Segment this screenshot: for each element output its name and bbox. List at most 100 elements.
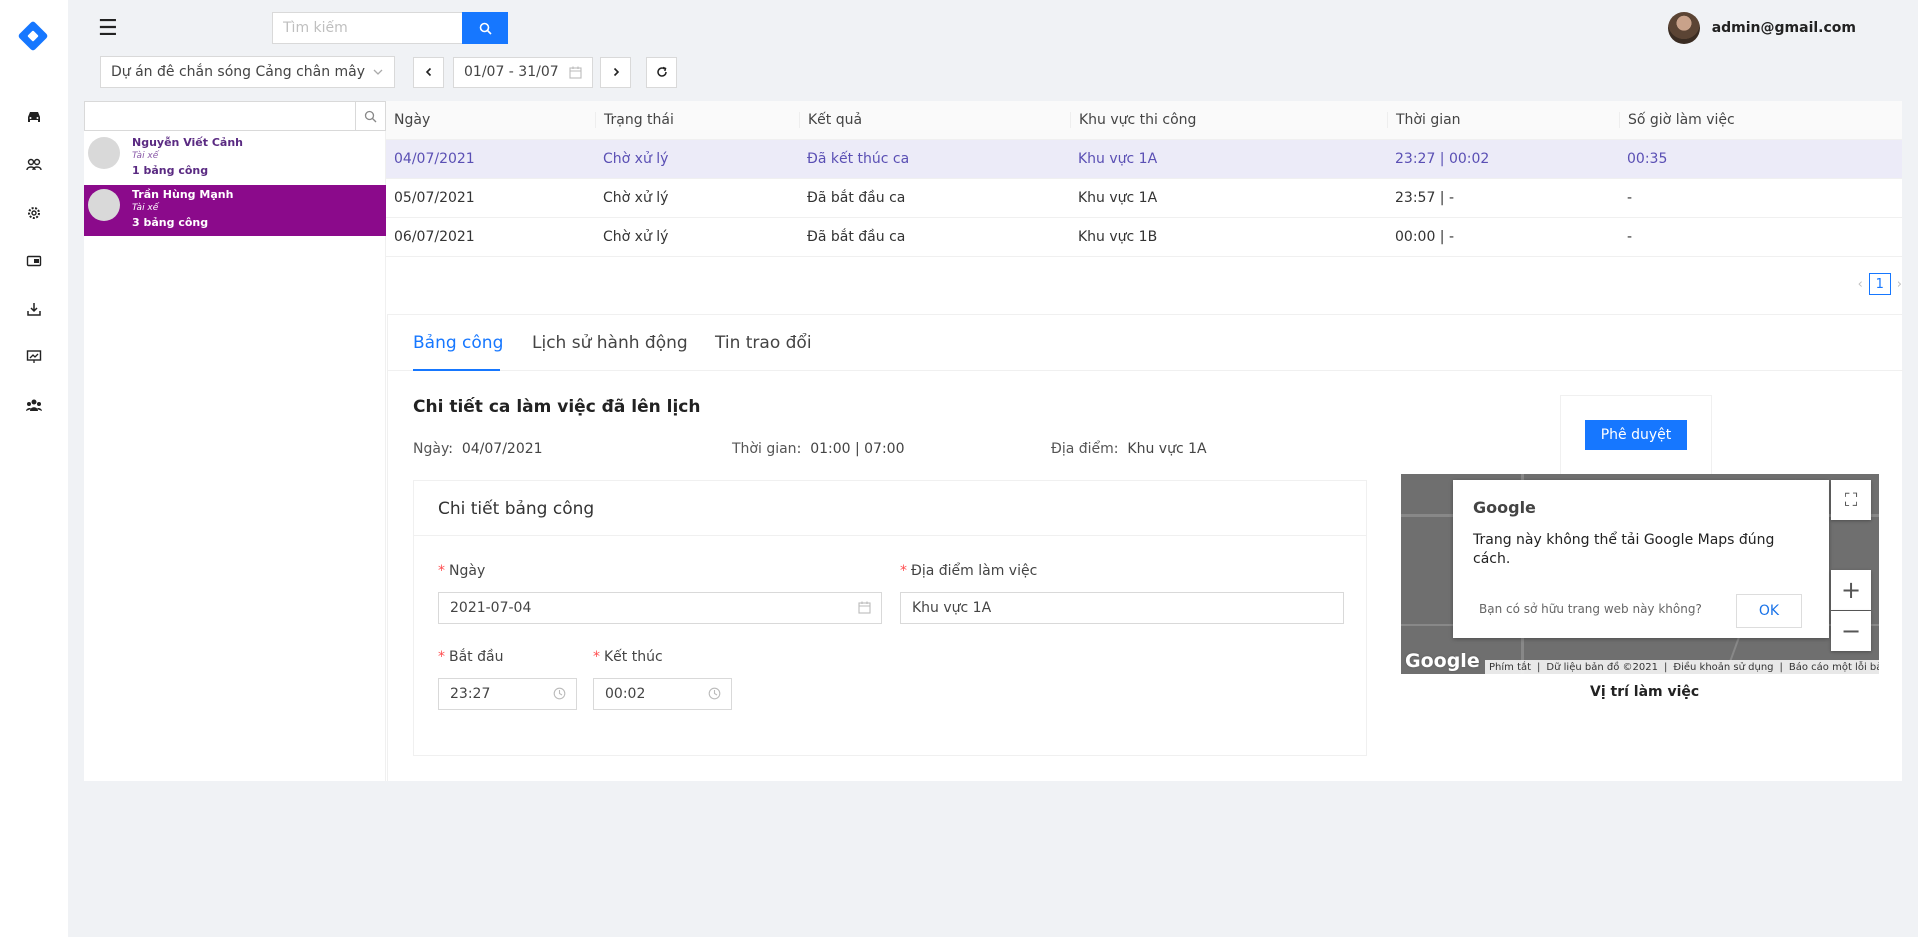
active-tab-indicator [413,369,500,371]
map-terms-link[interactable]: Điều khoản sử dụng [1673,662,1773,673]
column-header[interactable]: Kết quả [799,112,1070,128]
cell-hours: 00:35 [1627,151,1668,167]
employee-search-input[interactable] [85,102,355,130]
cell-status: Chờ xử lý [603,151,669,167]
start-time-value: 23:27 [450,686,491,702]
tab-timesheet[interactable]: Bảng công [413,333,503,353]
column-header[interactable]: Thời gian [1387,112,1619,128]
cell-result: Đã bắt đầu ca [807,190,906,206]
search-button[interactable] [462,12,508,44]
column-header[interactable]: Trạng thái [595,112,799,128]
fullscreen-icon[interactable]: ⛶ [1831,480,1871,520]
detail-tabs: Bảng công Lịch sử hành động Tin trao đổi [388,315,1903,371]
map-shortcuts-link[interactable]: Phím tắt [1489,662,1531,673]
calendar-icon [858,601,871,614]
next-page-icon[interactable]: › [1897,277,1902,292]
diamond-logo-icon[interactable] [17,20,49,52]
employee-role: Tài xế [132,203,159,213]
map-caption: Vị trí làm việc [1590,684,1700,700]
google-watermark: Google [1405,650,1480,672]
location-field-label: * Địa điểm làm việc [900,563,1038,579]
team-icon[interactable] [22,393,46,417]
scheduled-time-label: Thời gian [732,441,797,457]
approve-box: Phê duyệt [1560,395,1712,475]
work-location-map[interactable]: Google Trang này không thể tải Google Ma… [1401,474,1879,674]
search-input[interactable] [272,12,462,44]
timesheet-detail-card: Chi tiết bảng công * Ngày 2021-07-04 * Địa… [413,480,1367,756]
date-field-label: * Ngày [438,563,486,579]
end-time-field[interactable]: 00:02 [593,678,732,710]
table-row-selected[interactable]: 04/07/2021 Chờ xử lý Đã kết thúc ca Khu … [386,140,1902,179]
search-icon [479,22,492,35]
main-panel: Nguyễn Viết Cảnh Tài xế 1 bảng công Trần… [84,101,1903,781]
refresh-button[interactable] [646,56,677,88]
project-select-value: Dự án đê chắn sóng Cảng chân mây [111,64,366,80]
cell-time: 23:57 | - [1395,190,1455,206]
cell-time: 00:00 | - [1395,229,1455,245]
map-report-link[interactable]: Báo cáo một lỗi bản đồ [1789,662,1879,673]
prev-range-button[interactable] [413,56,444,88]
cell-status: Chờ xử lý [603,190,669,206]
zoom-in-icon[interactable]: + [1831,570,1871,610]
map-ok-button[interactable]: OK [1736,594,1802,628]
employee-list: Nguyễn Viết Cảnh Tài xế 1 bảng công Trần… [84,101,386,781]
car-icon[interactable] [22,105,46,129]
users-icon[interactable] [22,153,46,177]
start-field-label: * Bắt đầu [438,649,504,665]
location-field[interactable]: Khu vực 1A [900,592,1344,624]
project-select[interactable]: Dự án đê chắn sóng Cảng chân mây [100,56,395,88]
cell-area: Khu vực 1A [1078,190,1158,206]
presentation-icon[interactable] [22,345,46,369]
employee-search [84,101,386,131]
zoom-out-icon[interactable]: − [1831,611,1871,651]
cell-time: 23:27 | 00:02 [1395,151,1490,167]
top-bar: ☰ admin@gmail.com [68,0,1918,56]
section-title: Chi tiết ca làm việc đã lên lịch [413,397,701,417]
scheduled-date-value: 04/07/2021 [461,441,543,457]
cell-area: Khu vực 1B [1078,229,1158,245]
map-error-message: Trang này không thể tải Google Maps đúng… [1473,532,1775,567]
filter-bar: Dự án đê chắn sóng Cảng chân mây 01/07 -… [100,56,677,88]
table-row[interactable]: 06/07/2021 Chờ xử lý Đã bắt đầu ca Khu v… [386,218,1902,257]
user-menu[interactable]: admin@gmail.com [1667,12,1856,44]
employee-item[interactable]: Nguyễn Viết Cảnh Tài xế 1 bảng công [84,133,386,184]
table-row[interactable]: 05/07/2021 Chờ xử lý Đã bắt đầu ca Khu v… [386,179,1902,218]
column-header[interactable]: Khu vực thi công [1070,112,1387,128]
approve-button[interactable]: Phê duyệt [1584,420,1688,450]
column-header[interactable]: Ngày [386,112,595,128]
scheduled-time: Thời gian: 01:00 | 07:00 [732,441,905,457]
tab-messages[interactable]: Tin trao đổi [715,333,812,353]
menu-toggle-icon[interactable]: ☰ [98,16,118,41]
date-field-value: 2021-07-04 [450,600,532,616]
cell-result: Đã bắt đầu ca [807,229,906,245]
detail-panel: Bảng công Lịch sử hành động Tin trao đổi… [387,314,1903,781]
date-range-picker[interactable]: 01/07 - 31/07 [453,56,593,88]
prev-page-icon[interactable]: ‹ [1858,277,1863,292]
scheduled-place-label: Địa điểm [1051,441,1114,457]
date-field[interactable]: 2021-07-04 [438,592,882,624]
page-number[interactable]: 1 [1868,273,1891,295]
timesheet-table: Ngày Trạng thái Kết quả Khu vực thi công… [386,101,1902,257]
refresh-icon [656,66,667,77]
map-owner-question: Bạn có sở hữu trang web này không? [1479,602,1702,616]
cell-area: Khu vực 1A [1078,151,1158,167]
avatar [88,137,120,169]
employee-search-button[interactable] [355,102,385,130]
column-header[interactable]: Số giờ làm việc [1619,112,1902,128]
employee-item-selected[interactable]: Trần Hùng Mạnh Tài xế 3 bảng công [84,185,386,236]
card-title: Chi tiết bảng công [414,481,1366,536]
vehicle-card-icon[interactable] [22,249,46,273]
cell-date: 05/07/2021 [394,190,475,206]
scheduled-date: Ngày: 04/07/2021 [413,441,543,457]
end-time-value: 00:02 [605,686,646,702]
cell-date: 06/07/2021 [394,229,475,245]
scheduled-date-label: Ngày [413,441,449,457]
next-range-button[interactable] [600,56,631,88]
start-time-field[interactable]: 23:27 [438,678,577,710]
date-range-value: 01/07 - 31/07 [464,64,559,80]
calendar-icon [569,66,582,79]
gear-icon[interactable] [22,201,46,225]
chevron-left-icon [425,67,431,77]
download-icon[interactable] [22,297,46,321]
tab-action-history[interactable]: Lịch sử hành động [532,333,688,353]
